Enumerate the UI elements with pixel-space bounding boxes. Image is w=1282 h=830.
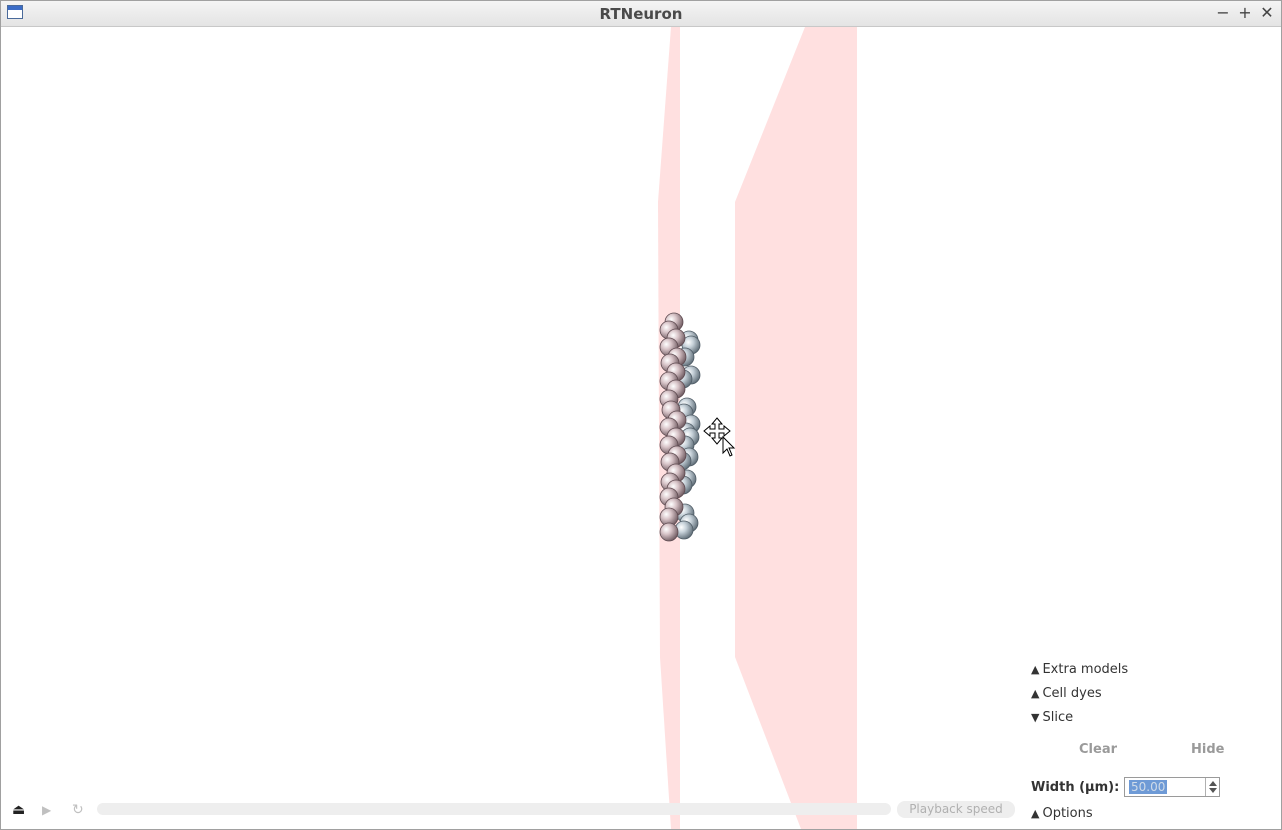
minimize-button[interactable]: −: [1214, 3, 1232, 23]
cell-dyes-label: Cell dyes: [1042, 686, 1102, 701]
playback-bar: ⏏ ▶ ↻ Playback speed: [1, 797, 1021, 821]
window-title: RTNeuron: [599, 5, 683, 23]
width-spinbox[interactable]: 50.00: [1124, 777, 1220, 797]
slice-expander[interactable]: ▼ Slice: [1031, 709, 1073, 727]
rtneuron-window: RTNeuron − + ✕ ▲ Extra models ▲ Cell dye…: [0, 0, 1282, 830]
slice-plane-wide: [735, 27, 857, 829]
cell-dyes-expander[interactable]: ▲ Cell dyes: [1031, 685, 1102, 703]
expand-arrow-icon: ▲: [1031, 687, 1040, 700]
expand-arrow-icon: ▲: [1031, 807, 1040, 820]
playback-speed-slider[interactable]: Playback speed: [897, 801, 1015, 818]
scene-canvas: [658, 27, 857, 829]
close-button[interactable]: ✕: [1258, 3, 1276, 23]
loop-icon[interactable]: ↻: [72, 801, 84, 819]
collapse-arrow-icon: ▼: [1031, 711, 1040, 724]
options-expander[interactable]: ▲ Options: [1031, 805, 1093, 823]
extra-models-expander[interactable]: ▲ Extra models: [1031, 661, 1128, 679]
width-label: Width (µm):: [1031, 780, 1120, 795]
width-value[interactable]: 50.00: [1129, 780, 1168, 794]
hide-button[interactable]: Hide: [1191, 741, 1224, 759]
eject-icon[interactable]: ⏏: [12, 801, 25, 819]
spin-down-icon[interactable]: [1209, 788, 1217, 793]
options-label: Options: [1042, 806, 1093, 821]
slice-label: Slice: [1042, 710, 1074, 725]
neuron-soma: [659, 522, 679, 542]
play-icon[interactable]: ▶: [42, 801, 51, 819]
3d-viewport[interactable]: [1, 27, 1281, 829]
playback-progress[interactable]: [97, 803, 891, 815]
move-cursor-icon: [703, 417, 736, 457]
extra-models-label: Extra models: [1042, 662, 1129, 677]
title-bar[interactable]: RTNeuron − + ✕: [1, 1, 1281, 27]
maximize-button[interactable]: +: [1236, 3, 1254, 23]
spin-up-icon[interactable]: [1209, 781, 1217, 786]
spin-arrows[interactable]: [1205, 778, 1219, 796]
clear-button[interactable]: Clear: [1079, 741, 1117, 759]
expand-arrow-icon: ▲: [1031, 663, 1040, 676]
